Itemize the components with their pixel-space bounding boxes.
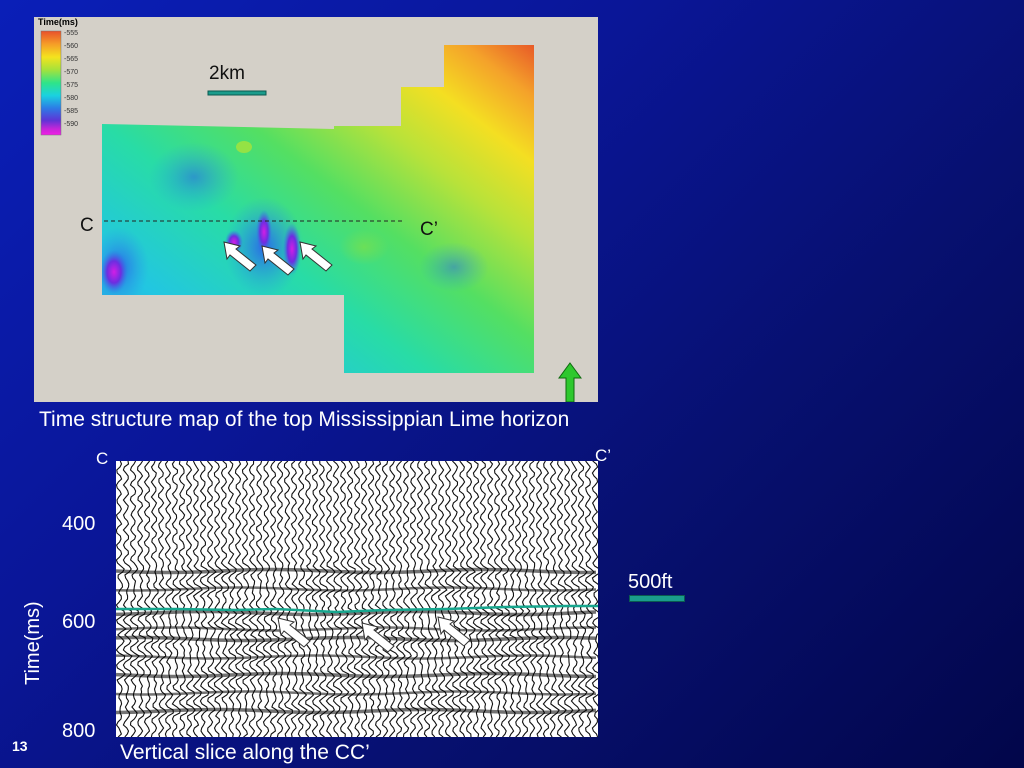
reflector-band — [116, 635, 597, 643]
seismic-scale-label: 500ft — [628, 571, 673, 593]
legend-tick: -575 — [64, 82, 79, 89]
y-tick-800: 800 — [62, 720, 96, 742]
y-tick-400: 400 — [62, 513, 96, 535]
reflector-band — [116, 654, 597, 660]
legend-tick: -555 — [64, 30, 79, 37]
map-scale-bar — [207, 90, 267, 96]
reflector-band — [116, 671, 597, 679]
map-label-c: C — [80, 215, 94, 236]
map-scale-label: 2km — [209, 63, 245, 84]
reflector-band — [116, 707, 597, 715]
legend-tick: -560 — [64, 43, 79, 50]
north-arrow-icon — [558, 362, 582, 402]
y-axis-label: Time(ms) — [22, 601, 44, 685]
reflector-band — [116, 567, 597, 575]
legend-tick: -570 — [64, 69, 79, 76]
reflector-band — [116, 586, 597, 592]
legend-tick: -590 — [64, 121, 79, 128]
legend-tick: -565 — [64, 56, 79, 63]
legend-tick: -580 — [64, 95, 79, 102]
legend-colorbar — [40, 30, 62, 136]
seismic-label-c: C — [96, 449, 109, 468]
seismic-image — [116, 461, 598, 737]
map-image — [40, 30, 534, 373]
slice-caption: Vertical slice along the CC’ — [120, 741, 370, 764]
y-tick-600: 600 — [62, 611, 96, 633]
seismic-scale-bar — [629, 595, 685, 602]
seismic-section — [116, 461, 598, 737]
map-caption: Time structure map of the top Mississipp… — [39, 408, 570, 431]
legend-title: Time(ms) — [38, 17, 78, 27]
time-structure-map: Time(ms) -555 -560 -565 -570 -575 -580 -… — [34, 17, 598, 402]
legend-tick: -585 — [64, 108, 79, 115]
slide-number: 13 — [12, 738, 28, 754]
map-label-c-prime: C’ — [420, 219, 438, 240]
